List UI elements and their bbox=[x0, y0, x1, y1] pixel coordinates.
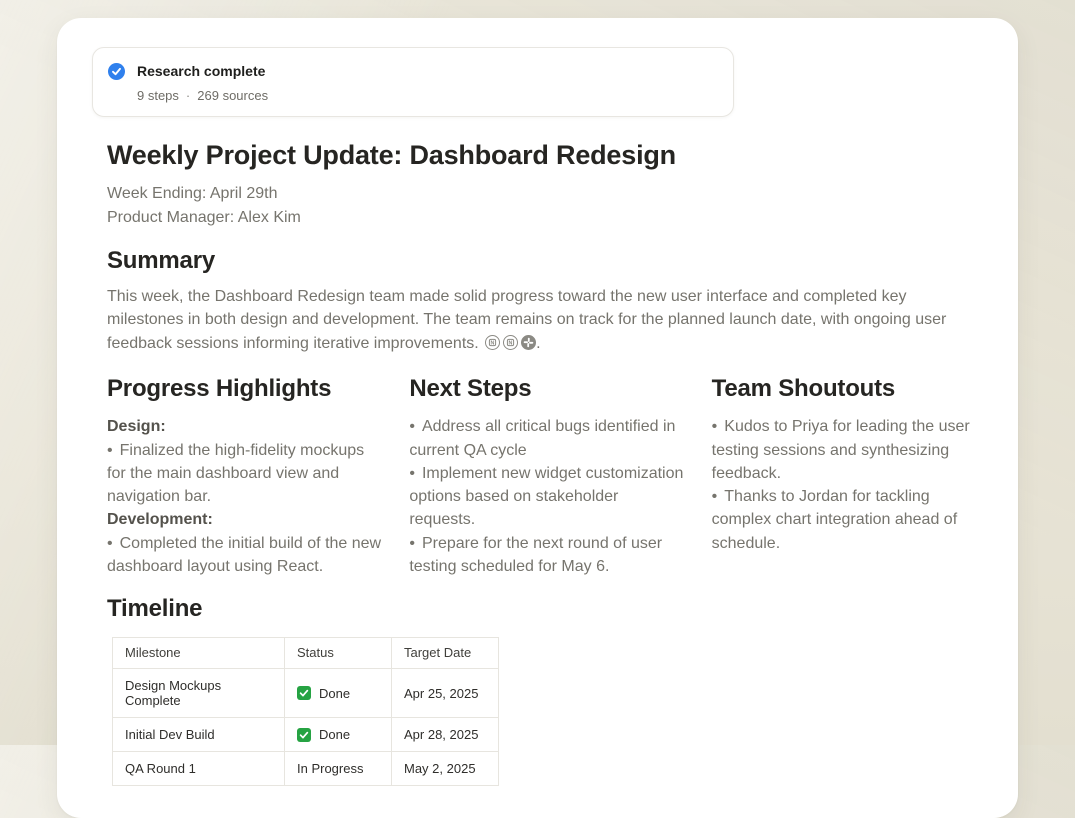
date-cell: Apr 25, 2025 bbox=[392, 669, 499, 718]
table-row: QA Round 1 In Progress May 2, 2025 bbox=[113, 752, 499, 786]
doc-meta: Week Ending: April 29th Product Manager:… bbox=[107, 182, 988, 229]
sentence-period: . bbox=[536, 335, 540, 352]
sources-count: 269 sources bbox=[197, 88, 268, 103]
bullet-item: •Address all critical bugs identified in… bbox=[409, 415, 685, 462]
three-column-section: Progress Highlights Design: •Finalized t… bbox=[107, 374, 988, 578]
page-title: Weekly Project Update: Dashboard Redesig… bbox=[107, 140, 988, 171]
done-check-icon bbox=[297, 728, 311, 742]
doc-meta-line-week: Week Ending: April 29th bbox=[107, 182, 988, 206]
timeline-table: Milestone Status Target Date Design Mock… bbox=[112, 637, 499, 786]
status-cell: In Progress bbox=[285, 752, 392, 786]
bullet-marker: • bbox=[409, 535, 415, 552]
status-cell: Done bbox=[285, 669, 392, 718]
bullet-item: •Completed the initial build of the new … bbox=[107, 532, 383, 579]
bullet-marker: • bbox=[712, 488, 718, 505]
bullet-marker: • bbox=[107, 442, 113, 459]
table-row: Initial Dev Build Done Apr 28, 2025 bbox=[113, 718, 499, 752]
bullet-item: •Implement new widget customization opti… bbox=[409, 462, 685, 532]
svg-text:N: N bbox=[491, 340, 495, 346]
citation-badges: NN bbox=[485, 334, 536, 349]
milestone-cell: QA Round 1 bbox=[113, 752, 285, 786]
timeline-section: Timeline Milestone Status Target Date De… bbox=[107, 594, 988, 786]
dot-separator: · bbox=[186, 88, 190, 103]
bullet-item: •Finalized the high-fidelity mockups for… bbox=[107, 439, 383, 509]
research-complete-check-icon bbox=[108, 63, 125, 80]
column-next-steps: Next Steps •Address all critical bugs id… bbox=[409, 374, 685, 578]
done-check-icon bbox=[297, 686, 311, 700]
bullet-marker: • bbox=[409, 465, 415, 482]
doc-meta-line-manager: Product Manager: Alex Kim bbox=[107, 206, 988, 230]
section-heading-team-shoutouts: Team Shoutouts bbox=[712, 374, 988, 404]
column-team-shoutouts: Team Shoutouts •Kudos to Priya for leadi… bbox=[712, 374, 988, 578]
date-cell: May 2, 2025 bbox=[392, 752, 499, 786]
section-heading-progress-highlights: Progress Highlights bbox=[107, 374, 383, 404]
label-design: Design: bbox=[107, 415, 383, 438]
slack-citation-icon[interactable] bbox=[521, 334, 536, 349]
research-status-card[interactable]: Research complete 9 steps · 269 sources bbox=[92, 47, 734, 117]
section-heading-next-steps: Next Steps bbox=[409, 374, 685, 404]
bullet-marker: • bbox=[409, 418, 415, 435]
svg-text:N: N bbox=[509, 340, 513, 346]
steps-count: 9 steps bbox=[137, 88, 179, 103]
status-cell: Done bbox=[285, 718, 392, 752]
section-heading-summary: Summary bbox=[107, 246, 988, 276]
table-row: Design Mockups Complete Done Apr 25, 202… bbox=[113, 669, 499, 718]
bullet-item: •Kudos to Priya for leading the user tes… bbox=[712, 415, 988, 485]
bullet-marker: • bbox=[712, 418, 718, 435]
milestone-cell: Design Mockups Complete bbox=[113, 669, 285, 718]
column-header-target-date: Target Date bbox=[392, 638, 499, 669]
column-progress-highlights: Progress Highlights Design: •Finalized t… bbox=[107, 374, 383, 578]
notion-citation-icon[interactable]: N bbox=[485, 334, 500, 349]
bullet-item: •Prepare for the next round of user test… bbox=[409, 532, 685, 579]
research-meta: 9 steps · 269 sources bbox=[137, 88, 268, 104]
bullet-item: •Thanks to Jordan for tackling complex c… bbox=[712, 485, 988, 555]
bullet-marker: • bbox=[107, 535, 113, 552]
label-development: Development: bbox=[107, 508, 383, 531]
notion-citation-icon[interactable]: N bbox=[503, 334, 518, 349]
column-header-milestone: Milestone bbox=[113, 638, 285, 669]
milestone-cell: Initial Dev Build bbox=[113, 718, 285, 752]
table-header-row: Milestone Status Target Date bbox=[113, 638, 499, 669]
research-status-label: Research complete bbox=[137, 63, 268, 80]
summary-paragraph: This week, the Dashboard Redesign team m… bbox=[107, 285, 947, 355]
document-card: Research complete 9 steps · 269 sources We… bbox=[57, 18, 1018, 818]
section-heading-timeline: Timeline bbox=[107, 594, 988, 624]
date-cell: Apr 28, 2025 bbox=[392, 718, 499, 752]
column-header-status: Status bbox=[285, 638, 392, 669]
